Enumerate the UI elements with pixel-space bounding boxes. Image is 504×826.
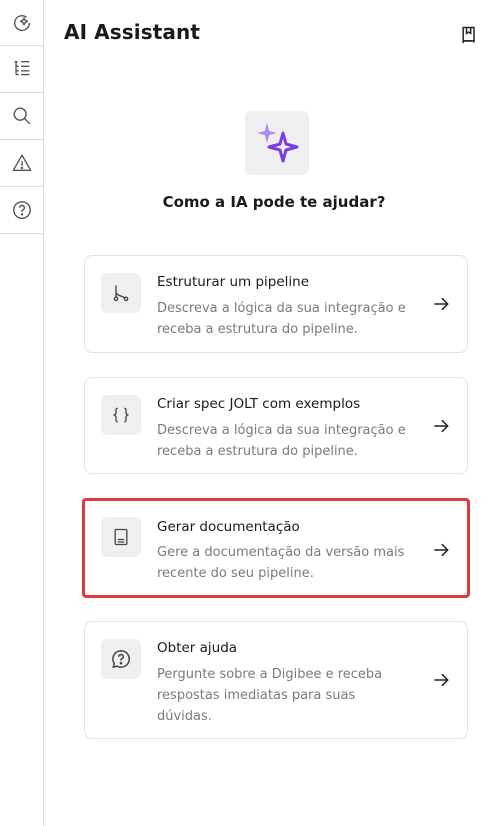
braces-icon (112, 407, 130, 423)
card-title: Obter ajuda (157, 640, 238, 656)
card-icon-box (101, 639, 141, 679)
document-icon (114, 528, 128, 546)
arrow-right-icon (434, 543, 449, 557)
search-icon (13, 107, 30, 125)
sparkles-icon (257, 123, 299, 163)
card-create-jolt-spec[interactable]: Criar spec JOLT com exemplos Descreva a … (84, 377, 468, 474)
card-icon-box (101, 395, 141, 435)
card-title: Criar spec JOLT com exemplos (157, 396, 361, 412)
help-question: Como a IA pode te ajudar? (162, 193, 386, 211)
card-description: Pergunte sobre a Digibee e receba respos… (157, 667, 383, 724)
ai-refresh-button[interactable] (0, 0, 43, 46)
warning-icon (12, 154, 31, 172)
card-get-help[interactable]: Obter ajuda Pergunte sobre a Digibee e r… (84, 621, 468, 739)
warning-button[interactable] (0, 140, 43, 187)
search-button[interactable] (0, 93, 43, 140)
help-icon (12, 201, 31, 219)
arrow-right-icon (434, 673, 449, 687)
arrow-right-icon (434, 297, 449, 311)
ai-refresh-icon (13, 14, 30, 31)
branch-icon (113, 285, 129, 302)
card-description: Descreva a lógica da sua integração e re… (157, 301, 406, 337)
assistant-panel: AI Assistant Como a IA pode te ajudar? E… (44, 0, 504, 826)
card-title: Estruturar um pipeline (157, 274, 310, 290)
card-structure-pipeline[interactable]: Estruturar um pipeline Descreva a lógica… (84, 255, 468, 353)
help-bubble-icon (112, 650, 130, 668)
card-description: Descreva a lógica da sua integração e re… (157, 423, 406, 459)
sidebar-rail (0, 0, 44, 826)
panel-title: AI Assistant (64, 20, 200, 44)
tree-list-icon (14, 60, 29, 76)
card-icon-box (101, 517, 141, 557)
card-icon-box (101, 273, 141, 313)
sparkle-hero (245, 111, 309, 175)
arrow-right-icon (434, 419, 449, 433)
book-icon[interactable] (459, 25, 479, 45)
card-title: Gerar documentação (157, 519, 300, 535)
card-description: Gere a documentação da versão mais recen… (157, 545, 405, 581)
help-button[interactable] (0, 187, 43, 234)
card-generate-documentation[interactable]: Gerar documentação Gere a documentação d… (82, 498, 470, 598)
tree-list-button[interactable] (0, 46, 43, 93)
